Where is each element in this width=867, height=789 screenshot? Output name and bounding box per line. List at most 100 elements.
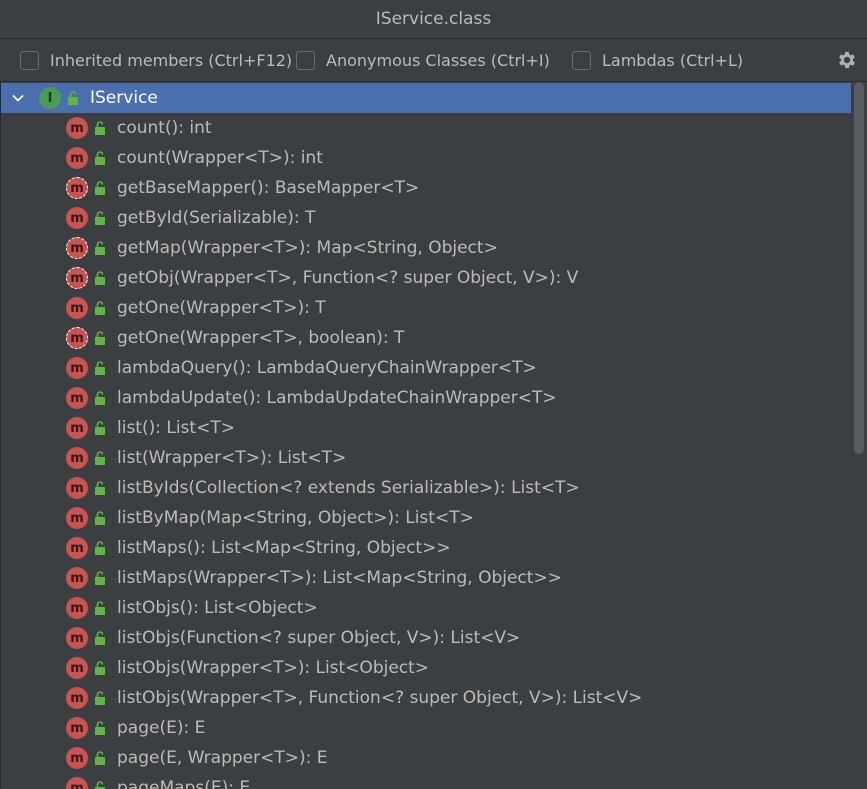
lock-icon [95, 361, 105, 375]
tree-item-method[interactable]: m listObjs(): List<Object> [1, 593, 851, 623]
lambdas-label: Lambdas (Ctrl+L) [602, 50, 744, 70]
method-signature-label: getById(Serializable): T [117, 208, 316, 228]
tree-item-method[interactable]: m listMaps(): List<Map<String, Object>> [1, 533, 851, 563]
structure-tree[interactable]: I IService m count(): int m count(Wrapper<T… [1, 82, 851, 789]
lock-icon [95, 781, 105, 789]
method-signature-label: pageMaps(E): E [117, 778, 251, 789]
abstract-method-icon: m [66, 327, 88, 349]
lambdas-option[interactable]: Lambdas (Ctrl+L) [572, 39, 743, 81]
inherited-members-option[interactable]: Inherited members (Ctrl+F12) [20, 39, 292, 81]
tree-item-method[interactable]: m listObjs(Wrapper<T>): List<Object> [1, 653, 851, 683]
method-icon: m [66, 297, 88, 319]
method-signature-label: count(Wrapper<T>): int [117, 148, 323, 168]
lock-icon [95, 151, 105, 165]
method-badge-letter: m [70, 270, 84, 286]
tree-item-method[interactable]: m getObj(Wrapper<T>, Function<? super Obj… [1, 263, 851, 293]
method-badge-letter: m [70, 690, 84, 706]
lock-icon [95, 241, 105, 255]
method-badge-letter: m [70, 360, 84, 376]
lock-icon [95, 271, 105, 285]
method-badge-letter: m [70, 210, 84, 226]
lock-icon [95, 511, 105, 525]
tree-item-method[interactable]: m listByMap(Map<String, Object>): List<T> [1, 503, 851, 533]
method-icon: m [66, 537, 88, 559]
method-icon: m [66, 747, 88, 769]
method-badge-letter: m [70, 240, 84, 256]
lock-icon [95, 421, 105, 435]
method-badge-letter: m [70, 780, 84, 789]
method-badge-letter: m [70, 330, 84, 346]
lock-icon [68, 91, 78, 105]
tree-item-method[interactable]: m getById(Serializable): T [1, 203, 851, 233]
method-icon: m [66, 567, 88, 589]
method-icon: m [66, 627, 88, 649]
method-badge-letter: m [70, 660, 84, 676]
method-icon: m [66, 357, 88, 379]
tree-item-method[interactable]: m count(Wrapper<T>): int [1, 143, 851, 173]
method-signature-label: listObjs(Wrapper<T>, Function<? super Ob… [117, 688, 643, 708]
tree-item-method[interactable]: m page(E): E [1, 713, 851, 743]
method-badge-letter: m [70, 390, 84, 406]
tree-item-method[interactable]: m listObjs(Wrapper<T>, Function<? super O… [1, 683, 851, 713]
method-signature-label: listObjs(Wrapper<T>): List<Object> [117, 658, 430, 678]
tree-item-method[interactable]: m count(): int [1, 113, 851, 143]
tree-item-method[interactable]: m getMap(Wrapper<T>): Map<String, Object> [1, 233, 851, 263]
lock-icon [95, 301, 105, 315]
tree-item-method[interactable]: m list(Wrapper<T>): List<T> [1, 443, 851, 473]
method-signature-label: listByIds(Collection<? extends Serializa… [117, 478, 580, 498]
lock-icon [95, 751, 105, 765]
tree-item-method[interactable]: m list(): List<T> [1, 413, 851, 443]
tree-item-method[interactable]: m listMaps(Wrapper<T>): List<Map<String, … [1, 563, 851, 593]
method-icon: m [66, 777, 88, 789]
inherited-members-checkbox[interactable] [20, 50, 39, 70]
lock-icon [95, 391, 105, 405]
tree-item-method[interactable]: m getBaseMapper(): BaseMapper<T> [1, 173, 851, 203]
tree-item-method[interactable]: m listObjs(Function<? super Object, V>): … [1, 623, 851, 653]
tree-item-method[interactable]: m listByIds(Collection<? extends Serializ… [1, 473, 851, 503]
method-badge-letter: m [70, 600, 84, 616]
vertical-scrollbar[interactable] [851, 82, 865, 789]
structure-toolbar: Inherited members (Ctrl+F12) Anonymous C… [0, 39, 867, 82]
interface-badge-letter: I [47, 90, 53, 106]
interface-icon: I [39, 87, 61, 109]
tree-item-method[interactable]: m getOne(Wrapper<T>, boolean): T [1, 323, 851, 353]
method-icon: m [66, 687, 88, 709]
method-badge-letter: m [70, 750, 84, 766]
method-signature-label: getOne(Wrapper<T>, boolean): T [117, 328, 405, 348]
lock-icon [95, 541, 105, 555]
method-icon: m [66, 597, 88, 619]
method-icon: m [66, 657, 88, 679]
method-icon: m [66, 507, 88, 529]
method-signature-label: getBaseMapper(): BaseMapper<T> [117, 178, 420, 198]
scrollbar-thumb[interactable] [854, 82, 864, 454]
tree-root-label: IService [90, 88, 158, 108]
lock-icon [95, 721, 105, 735]
lock-icon [95, 451, 105, 465]
chevron-down-icon[interactable] [10, 90, 26, 106]
method-badge-letter: m [70, 480, 84, 496]
method-badge-letter: m [70, 420, 84, 436]
anonymous-classes-option[interactable]: Anonymous Classes (Ctrl+I) [296, 39, 550, 81]
method-icon: m [66, 717, 88, 739]
method-signature-label: getOne(Wrapper<T>): T [117, 298, 326, 318]
method-icon: m [66, 447, 88, 469]
gear-icon[interactable] [836, 49, 858, 71]
lock-icon [95, 331, 105, 345]
lambdas-checkbox[interactable] [572, 50, 591, 70]
method-signature-label: count(): int [117, 118, 212, 138]
tree-item-method[interactable]: m lambdaUpdate(): LambdaUpdateChainWrappe… [1, 383, 851, 413]
anonymous-classes-checkbox[interactable] [296, 50, 315, 70]
tree-root-iservice[interactable]: I IService [1, 83, 851, 113]
lock-icon [95, 481, 105, 495]
tree-item-method[interactable]: m pageMaps(E): E [1, 773, 851, 789]
tree-item-method[interactable]: m page(E, Wrapper<T>): E [1, 743, 851, 773]
method-signature-label: list(Wrapper<T>): List<T> [117, 448, 347, 468]
method-icon: m [66, 417, 88, 439]
method-signature-label: page(E): E [117, 718, 206, 738]
lock-icon [95, 631, 105, 645]
method-icon: m [66, 387, 88, 409]
tree-item-method[interactable]: m lambdaQuery(): LambdaQueryChainWrapper<… [1, 353, 851, 383]
anonymous-classes-label: Anonymous Classes (Ctrl+I) [326, 50, 550, 70]
tree-item-method[interactable]: m getOne(Wrapper<T>): T [1, 293, 851, 323]
method-signature-label: page(E, Wrapper<T>): E [117, 748, 328, 768]
